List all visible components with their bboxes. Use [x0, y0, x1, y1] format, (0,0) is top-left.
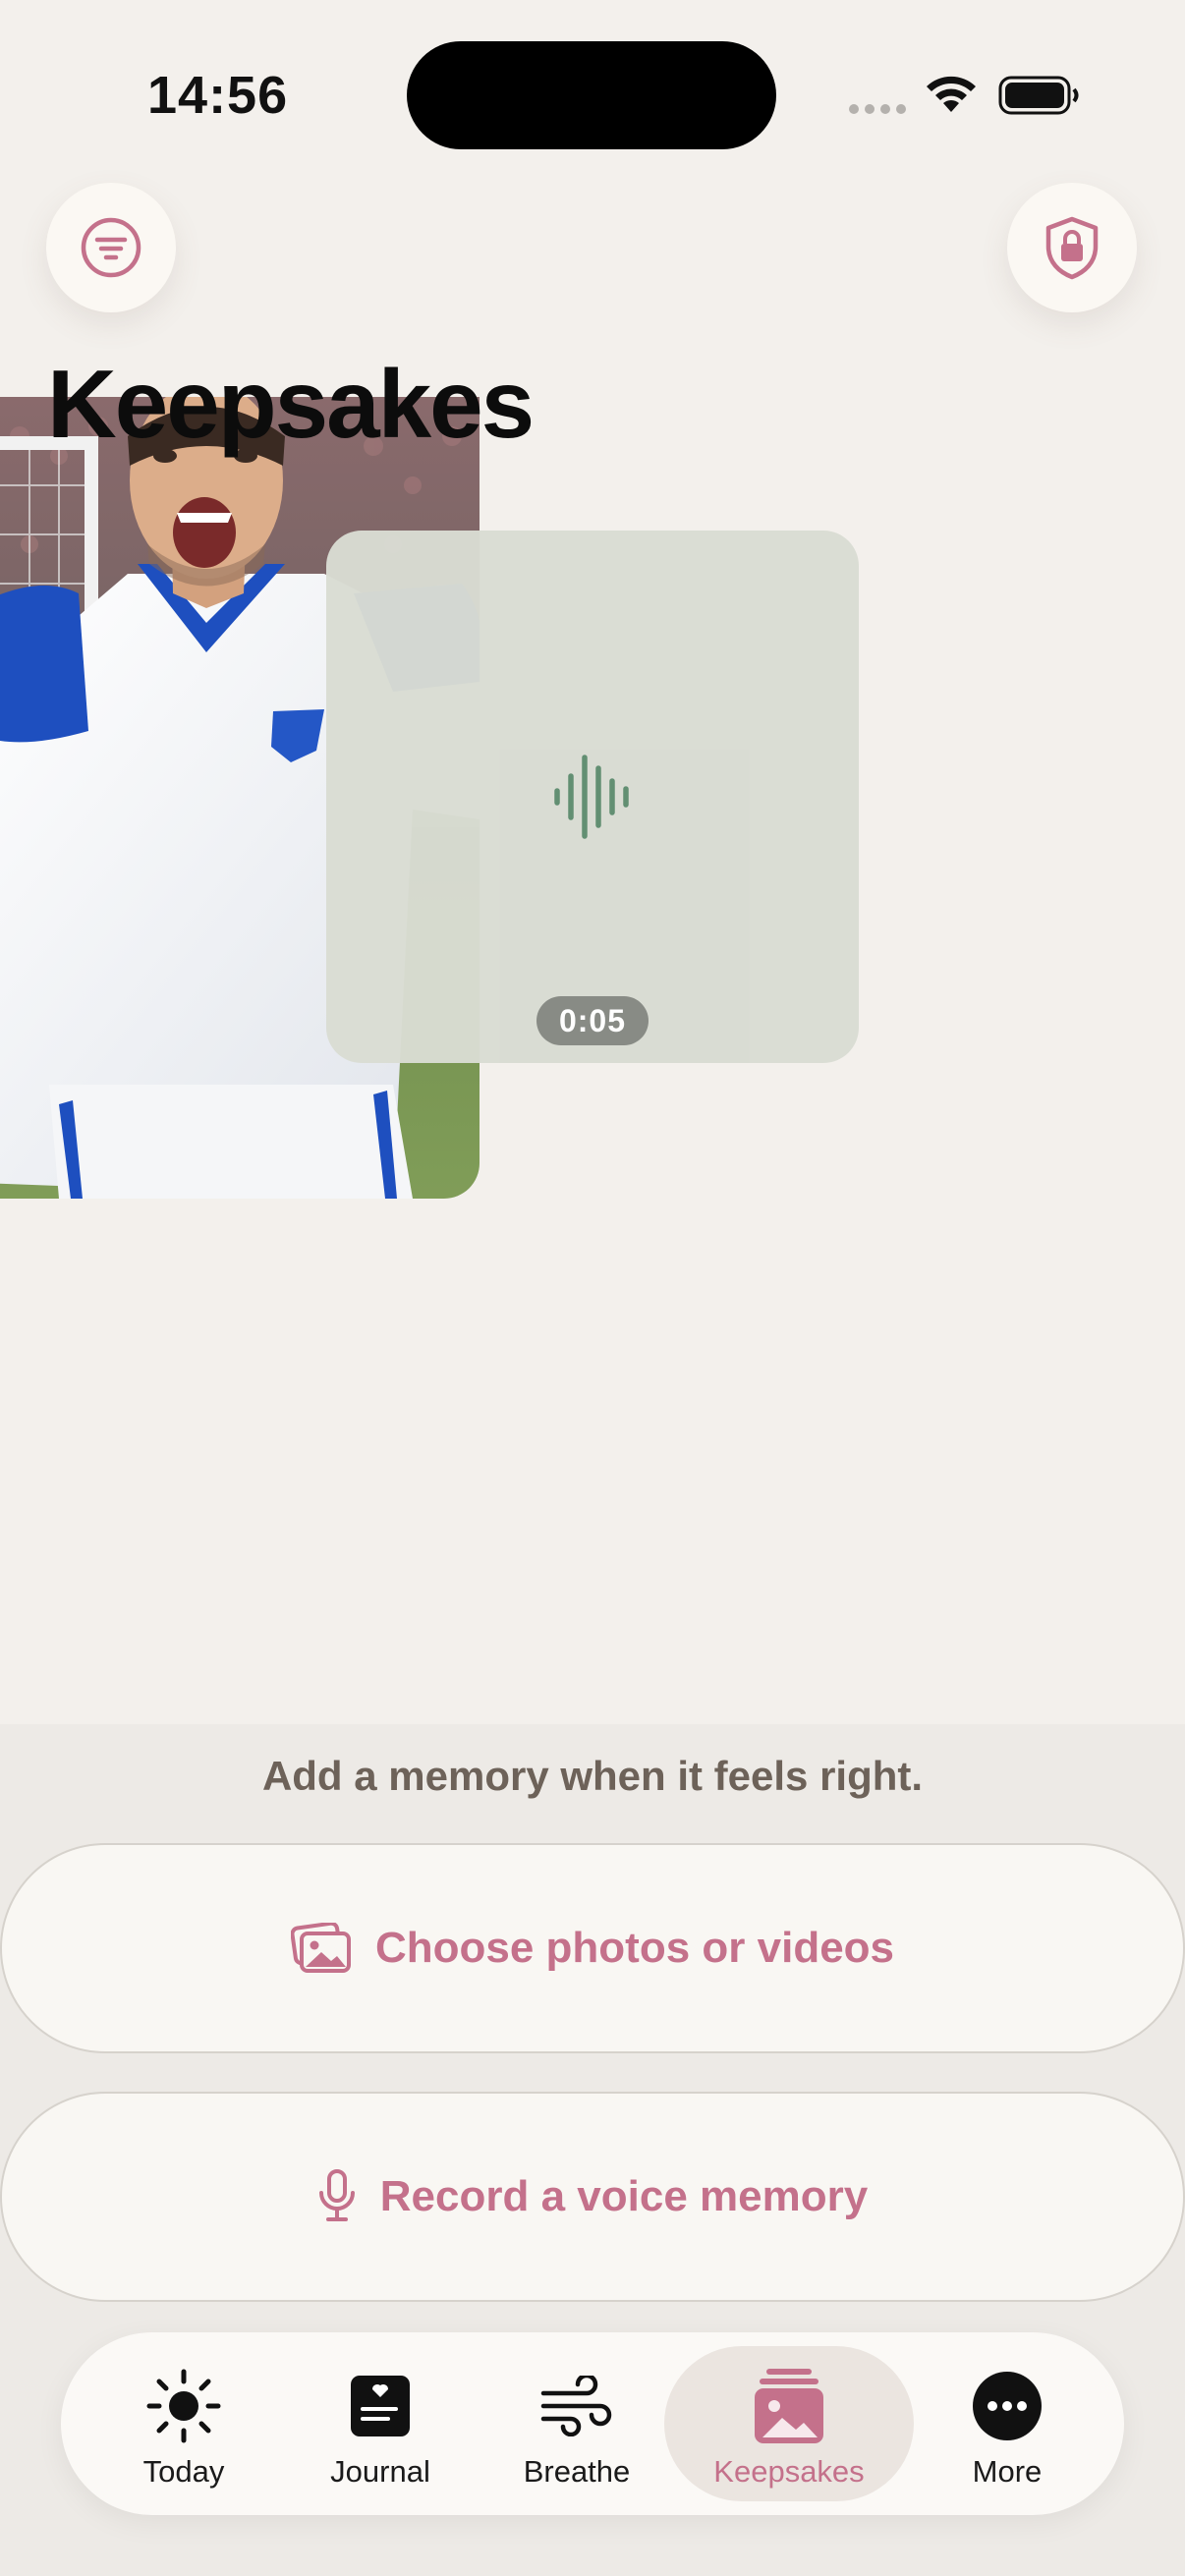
battery-icon	[998, 76, 1079, 115]
tab-more[interactable]: More	[943, 2332, 1071, 2515]
wifi-icon	[927, 76, 976, 112]
filter-button[interactable]	[46, 183, 176, 312]
journal-icon	[351, 2376, 410, 2436]
choose-photos-label: Choose photos or videos	[374, 1924, 895, 1972]
tab-breathe[interactable]: Breathe	[513, 2332, 641, 2515]
record-voice-label: Record a voice memory	[379, 2172, 869, 2220]
choose-photos-button[interactable]: Choose photos or videos	[0, 1843, 1185, 2053]
waveform-icon	[554, 755, 629, 839]
filter-lines-icon	[81, 217, 141, 278]
wind-icon	[540, 2376, 612, 2436]
photo-stack-icon	[755, 2369, 823, 2443]
status-bar: 14:56	[0, 0, 1185, 187]
record-voice-button[interactable]: Record a voice memory	[0, 2092, 1185, 2302]
tab-breathe-label: Breathe	[523, 2454, 631, 2489]
add-memory-hint: Add a memory when it feels right.	[261, 1753, 924, 1799]
voice-duration-badge: 0:05	[536, 996, 649, 1045]
tab-bar: Today Journal Breathe Keepsakes More	[61, 2332, 1124, 2515]
tab-keepsakes[interactable]: Keepsakes	[664, 2346, 914, 2501]
cellular-signal-icon	[849, 104, 906, 114]
dynamic-island	[407, 41, 776, 149]
sun-icon	[146, 2369, 221, 2443]
voice-memory-card[interactable]: 0:05	[326, 531, 859, 1063]
tab-today[interactable]: Today	[120, 2332, 248, 2515]
photos-icon	[290, 1923, 351, 1973]
microphone-icon	[318, 2169, 355, 2221]
tab-today-label: Today	[142, 2454, 225, 2489]
tab-more-label: More	[972, 2454, 1043, 2489]
tab-journal-label: Journal	[330, 2454, 430, 2489]
shield-lock-icon	[1045, 216, 1099, 280]
more-dots-icon	[973, 2372, 1042, 2440]
tab-journal[interactable]: Journal	[316, 2332, 444, 2515]
page-title: Keepsakes	[47, 350, 535, 458]
tab-keepsakes-label: Keepsakes	[713, 2454, 865, 2489]
privacy-lock-button[interactable]	[1007, 183, 1137, 312]
status-time: 14:56	[147, 66, 289, 125]
